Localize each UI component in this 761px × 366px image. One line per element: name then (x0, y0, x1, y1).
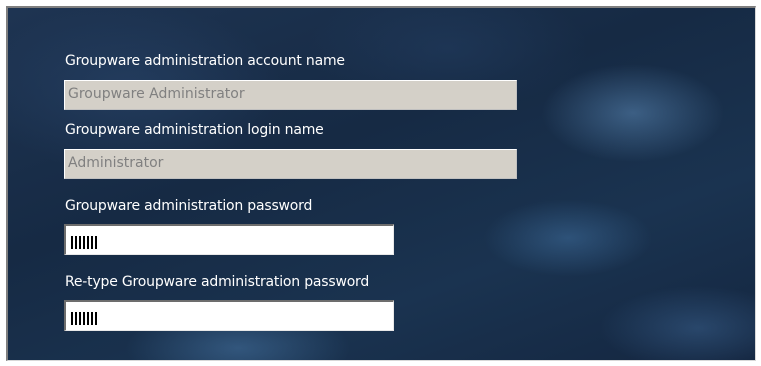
password-confirm-label: Re-type Groupware administration passwor… (65, 274, 370, 290)
password-mask-char (95, 312, 97, 325)
account-name-field: Groupware Administrator (64, 80, 517, 110)
password-mask-char (83, 236, 85, 249)
password-input[interactable] (64, 224, 394, 255)
login-name-field: Administrator (64, 149, 517, 179)
password-mask-char (87, 236, 89, 249)
password-mask-char (87, 312, 89, 325)
account-name-label: Groupware administration account name (65, 53, 345, 69)
password-mask-char (91, 312, 93, 325)
password-mask-char (79, 236, 81, 249)
login-name-label: Groupware administration login name (65, 122, 324, 138)
admin-credentials-panel: Groupware administration account name Gr… (6, 6, 756, 361)
password-mask-char (71, 236, 73, 249)
password-mask (71, 232, 99, 249)
password-mask-char (79, 312, 81, 325)
password-mask-char (83, 312, 85, 325)
password-mask-char (75, 236, 77, 249)
password-mask-char (71, 312, 73, 325)
password-mask-char (91, 236, 93, 249)
password-label: Groupware administration password (65, 198, 313, 214)
password-confirm-input[interactable] (64, 300, 394, 331)
password-mask-char (75, 312, 77, 325)
password-confirm-mask (71, 308, 99, 325)
password-mask-char (95, 236, 97, 249)
